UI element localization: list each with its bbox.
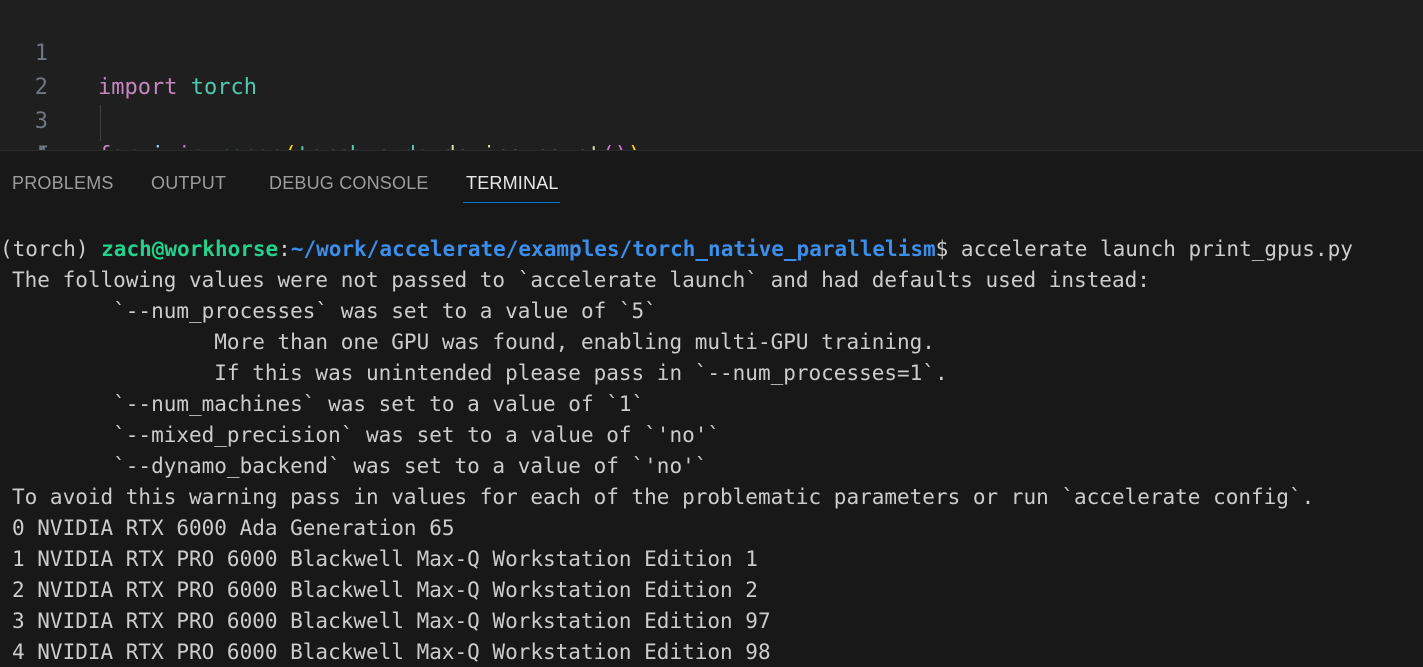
terminal-output-line: 4 NVIDIA RTX PRO 6000 Blackwell Max-Q Wo… bbox=[12, 640, 771, 664]
terminal-output-line: To avoid this warning pass in values for… bbox=[12, 485, 1315, 509]
line-code: for i in range(torch.cuda.device_count()… bbox=[98, 139, 654, 150]
module-name: cuda bbox=[376, 143, 429, 150]
variable: i bbox=[151, 143, 164, 150]
punct: . bbox=[363, 143, 376, 150]
prompt-separator: : bbox=[278, 237, 291, 261]
terminal-output-line: If this was unintended please pass in `-… bbox=[12, 361, 948, 385]
terminal-prompt-line: (torch) zach@workhorse:~/work/accelerate… bbox=[0, 234, 1353, 265]
prompt-dollar: $ bbox=[935, 237, 961, 261]
prompt-path: ~/work/accelerate/examples/torch_native_… bbox=[290, 237, 936, 261]
terminal-output-line: `--dynamo_backend` was set to a value of… bbox=[12, 454, 708, 478]
tab-terminal[interactable]: TERMINAL bbox=[466, 173, 559, 194]
terminal-output-line: `--num_processes` was set to a value of … bbox=[12, 299, 657, 323]
keyword: for bbox=[98, 143, 138, 150]
code-line-2[interactable]: 2 bbox=[0, 37, 1423, 100]
terminal-output-line: The following values were not passed to … bbox=[12, 268, 1150, 292]
tab-debug-console[interactable]: DEBUG CONSOLE bbox=[269, 173, 429, 194]
terminal-command: accelerate launch print_gpus.py bbox=[960, 237, 1353, 261]
bottom-panel: PROBLEMS OUTPUT DEBUG CONSOLE TERMINAL (… bbox=[0, 150, 1423, 667]
builtin: range bbox=[217, 143, 283, 150]
bracket: ( bbox=[283, 143, 296, 150]
terminal-output-line: More than one GPU was found, enabling mu… bbox=[12, 330, 935, 354]
terminal-output-line: 0 NVIDIA RTX 6000 Ada Generation 65 bbox=[12, 516, 455, 540]
punct: : bbox=[641, 143, 654, 150]
terminal-output-line: 3 NVIDIA RTX PRO 6000 Blackwell Max-Q Wo… bbox=[12, 609, 771, 633]
bracket: ) bbox=[628, 143, 641, 150]
indent-guide bbox=[100, 105, 101, 141]
bracket: ( bbox=[601, 143, 614, 150]
terminal-output-line: `--num_machines` was set to a value of `… bbox=[12, 392, 645, 416]
bracket: ) bbox=[615, 143, 628, 150]
code-line-4[interactable]: 4 print(i, torch.cuda.get_device_name(i)… bbox=[0, 106, 1423, 150]
tab-output[interactable]: OUTPUT bbox=[151, 173, 226, 194]
code-line-1[interactable]: 1 import torch bbox=[0, 3, 1423, 100]
keyword: in bbox=[178, 143, 205, 150]
function-name: device_count bbox=[442, 143, 601, 150]
terminal-output-line: 2 NVIDIA RTX PRO 6000 Blackwell Max-Q Wo… bbox=[12, 578, 758, 602]
terminal-output-line: 1 NVIDIA RTX PRO 6000 Blackwell Max-Q Wo… bbox=[12, 547, 758, 571]
code-editor[interactable]: 1 import torch 2 3 for i in range(torch.… bbox=[0, 0, 1423, 150]
panel-tabs: PROBLEMS OUTPUT DEBUG CONSOLE TERMINAL bbox=[0, 151, 1423, 207]
code-line-3[interactable]: 3 for i in range(torch.cuda.device_count… bbox=[0, 71, 1423, 150]
active-tab-indicator bbox=[463, 202, 560, 203]
prompt-user: zach@workhorse bbox=[101, 237, 279, 261]
punct: . bbox=[429, 143, 442, 150]
tab-problems[interactable]: PROBLEMS bbox=[12, 173, 114, 194]
prompt-env: (torch) bbox=[0, 237, 102, 261]
module-name: torch bbox=[297, 143, 363, 150]
terminal-output-line: `--mixed_precision` was set to a value o… bbox=[12, 423, 721, 447]
